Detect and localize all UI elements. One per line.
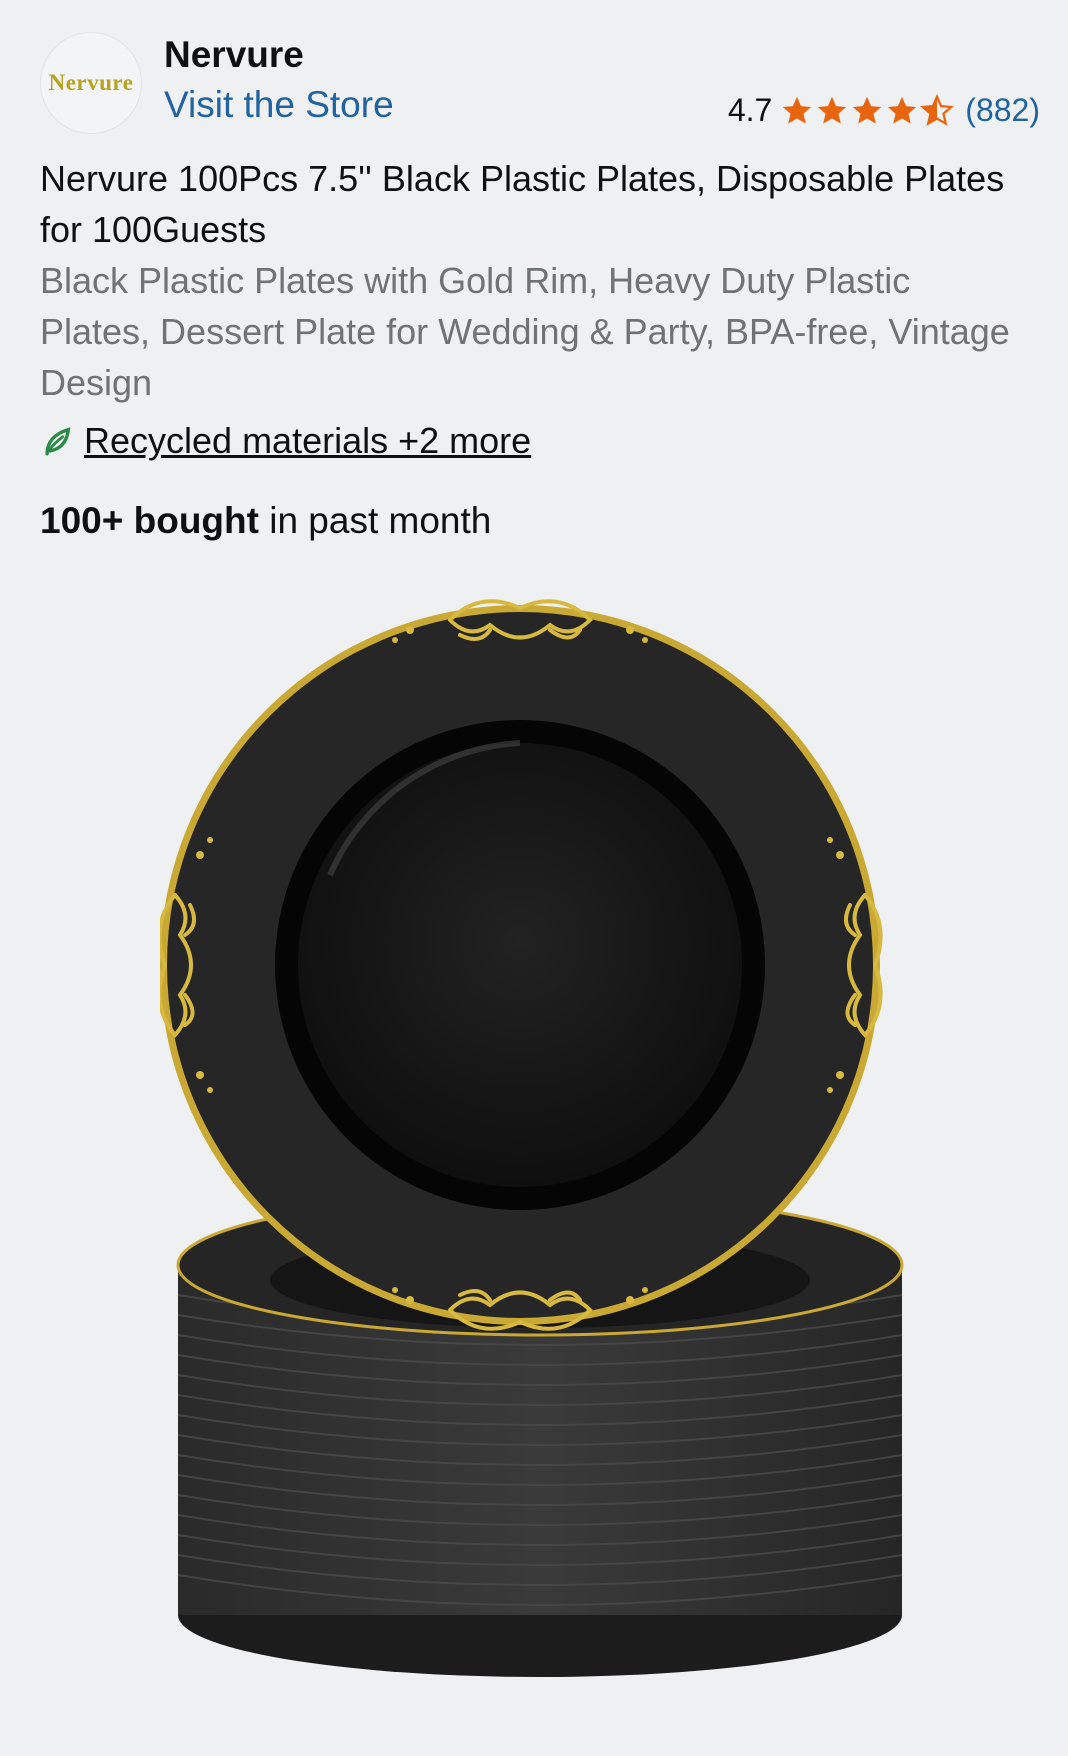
sustainability-badge[interactable]: Recycled materials +2 more bbox=[40, 420, 531, 462]
star-rating bbox=[780, 93, 955, 128]
leaf-icon bbox=[45, 427, 71, 456]
star-full-icon bbox=[818, 96, 847, 124]
rating-value: 4.7 bbox=[727, 92, 773, 128]
bought-count: 100+ bought in past month bbox=[40, 500, 491, 542]
brand-logo-text: Nervure bbox=[48, 70, 134, 95]
bought-count-bold: 100+ bought bbox=[40, 500, 259, 541]
star-full-icon bbox=[888, 96, 917, 124]
featured-plate bbox=[160, 599, 883, 1331]
brand-name: Nervure bbox=[164, 34, 304, 75]
star-half-icon bbox=[920, 93, 955, 126]
store-header: Nervure Nervure Visit the Store 4.7 (882… bbox=[40, 32, 1040, 134]
recycled-materials-link[interactable]: Recycled materials +2 more bbox=[84, 420, 531, 462]
visit-store-link[interactable]: Visit the Store bbox=[164, 84, 394, 126]
star-full-icon bbox=[783, 96, 812, 124]
star-full-icon bbox=[853, 96, 882, 124]
product-title: Nervure 100Pcs 7.5'' Black Plastic Plate… bbox=[40, 158, 1005, 250]
product-subtitle: Black Plastic Plates with Gold Rim, Heav… bbox=[40, 260, 1010, 403]
rating[interactable]: 4.7 (882) bbox=[728, 92, 1040, 129]
bought-count-rest: in past month bbox=[258, 500, 492, 541]
rating-count-link[interactable]: (882) bbox=[965, 92, 1040, 129]
product-image[interactable] bbox=[160, 575, 920, 1685]
brand-logo[interactable]: Nervure bbox=[40, 32, 142, 134]
